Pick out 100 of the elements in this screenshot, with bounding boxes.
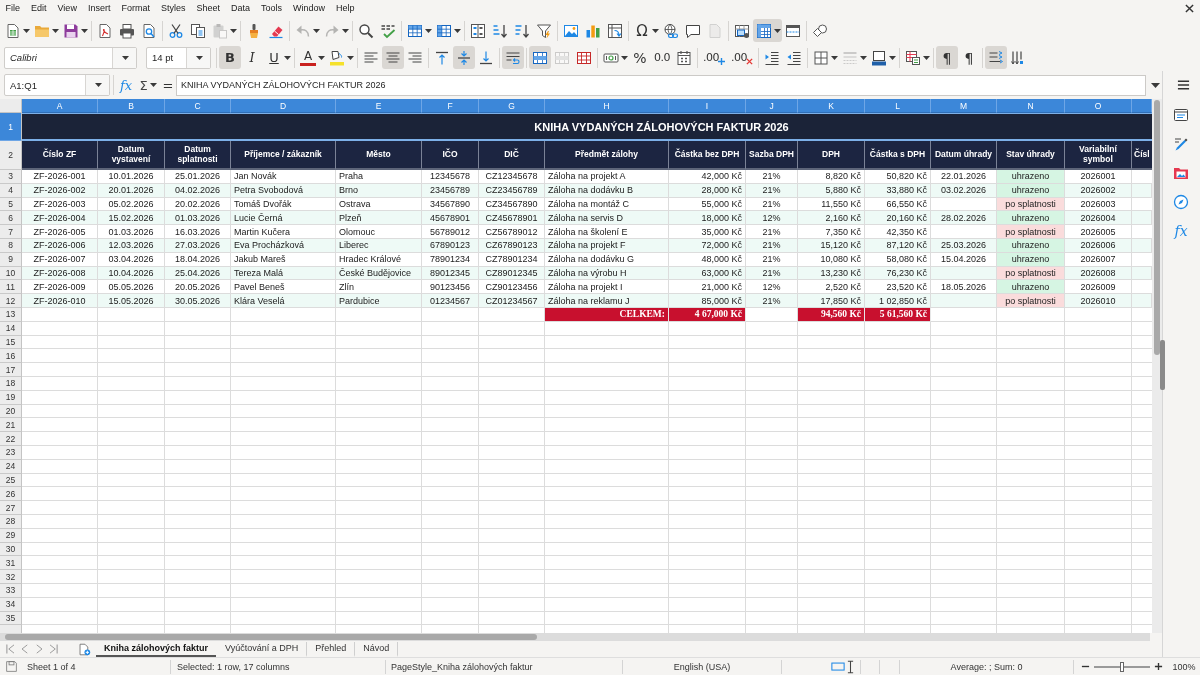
table-cell: Záloha na dodávku G (545, 252, 669, 267)
underline-button[interactable]: U (263, 46, 292, 69)
row-header[interactable]: 2 (0, 141, 22, 170)
row-header[interactable]: 16 (0, 349, 22, 364)
dropdown-button[interactable] (112, 47, 136, 68)
zoom-in-button[interactable] (1153, 661, 1164, 672)
table-cell: 50,820 Kč (865, 170, 931, 184)
sheet-tab[interactable]: Kniha zálohových faktur (96, 641, 217, 657)
caret-icon (860, 55, 867, 60)
zoom-percentage[interactable]: 100% (1172, 661, 1196, 672)
row-header[interactable]: 22 (0, 432, 22, 446)
dropdown-button[interactable] (186, 47, 210, 68)
row-header[interactable]: 27 (0, 501, 22, 515)
italic-button[interactable]: I (241, 46, 263, 69)
row-header[interactable]: 21 (0, 418, 22, 433)
row-header[interactable]: 3 (0, 170, 22, 184)
bold-button[interactable]: B (219, 46, 241, 69)
properties-icon (1173, 106, 1189, 123)
column-header[interactable]: A (22, 99, 98, 113)
caret-icon (342, 28, 349, 33)
language-indicator[interactable]: English (USA) (673, 661, 731, 672)
menu-item[interactable]: Tools (255, 1, 288, 16)
add-decimal-button[interactable]: .00 (700, 46, 728, 69)
column-heading: Datum splatnosti (165, 141, 231, 170)
row-header[interactable]: 31 (0, 556, 22, 571)
menu-item[interactable]: Format (115, 1, 156, 16)
column-header[interactable]: F (422, 99, 479, 113)
column-header[interactable]: J (746, 99, 798, 113)
menu-item[interactable]: View (52, 1, 83, 16)
menu-item[interactable]: Help (330, 1, 361, 16)
number-format-button[interactable]: 0.0 (651, 46, 673, 69)
percent-format-button[interactable]: % (629, 46, 651, 69)
column-header[interactable]: B (98, 99, 165, 113)
column-header[interactable]: O (1065, 99, 1132, 113)
scrollbar-thumb[interactable] (5, 634, 537, 640)
close-button[interactable] (1184, 3, 1194, 14)
menu-item[interactable]: Insert (82, 1, 116, 16)
column-header[interactable]: I (669, 99, 746, 113)
sheet-tab[interactable]: Přehled (307, 641, 356, 657)
caret-icon (425, 28, 432, 33)
table-cell: Pardubice (336, 294, 422, 308)
font-color-button[interactable]: A (297, 46, 326, 69)
table-cell: 15.05.2026 (98, 294, 165, 308)
page-style[interactable]: PageStyle_Kniha zálohových faktur (391, 661, 533, 672)
freeze-panes-button[interactable] (753, 19, 782, 42)
sheet-tab[interactable]: Návod (355, 641, 399, 657)
table-cell: 2,160 Kč (798, 211, 865, 226)
column-header[interactable]: K (798, 99, 865, 113)
table-cell: Martin Kučera (231, 225, 336, 239)
scrollbar-thumb[interactable] (1154, 100, 1160, 355)
align-center-button[interactable] (382, 46, 404, 69)
add-sheet-button[interactable] (76, 641, 92, 657)
name-box[interactable]: A1:Q1 (4, 74, 110, 96)
menu-item[interactable]: Data (225, 1, 256, 16)
sum-button[interactable]: Σ (135, 74, 161, 96)
font-size-box[interactable]: 14 pt (146, 46, 211, 69)
font-name-box[interactable]: Calibri (4, 46, 137, 69)
sidebar-handle[interactable] (1160, 340, 1165, 390)
row-header[interactable]: 17 (0, 363, 22, 377)
vertical-scrollbar[interactable] (1152, 99, 1162, 633)
row-header[interactable]: 12 (0, 294, 22, 308)
menu-item[interactable]: Edit (25, 1, 53, 16)
column-header[interactable]: C (165, 99, 231, 113)
caret-icon (1150, 82, 1160, 88)
column-header[interactable]: G (479, 99, 545, 113)
row-header[interactable]: 1 (0, 113, 22, 141)
row-header[interactable]: 6 (0, 211, 22, 226)
row-header[interactable]: 7 (0, 225, 22, 239)
row-header[interactable]: 32 (0, 570, 22, 584)
column-header[interactable]: L (865, 99, 931, 113)
column-header[interactable]: H (545, 99, 669, 113)
table-cell: Jakub Mareš (231, 252, 336, 267)
text-direction-button[interactable] (985, 46, 1007, 69)
special-character-button[interactable]: Ω (631, 19, 660, 42)
formula-input[interactable]: KNIHA VYDANÝCH ZÁLOHOVÝCH FAKTUR 2026 (176, 74, 1146, 96)
horizontal-scrollbar[interactable] (0, 633, 1150, 641)
delete-decimal-button[interactable]: .00 (728, 46, 756, 69)
column-header[interactable]: N (997, 99, 1065, 113)
formula-button[interactable]: = (161, 74, 175, 96)
menu-icon (1177, 79, 1190, 91)
dropdown-button[interactable] (85, 75, 109, 95)
merge-center-button[interactable] (529, 46, 551, 69)
row-header[interactable]: 11 (0, 280, 22, 295)
right-to-left-button[interactable]: ¶ (958, 46, 980, 69)
column-header[interactable]: M (931, 99, 997, 113)
column-header[interactable]: E (336, 99, 422, 113)
menu-item[interactable]: File (0, 1, 26, 16)
wrap-text-button[interactable] (502, 46, 524, 69)
menu-item[interactable]: Sheet (190, 1, 226, 16)
table-cell: 2026007 (1065, 252, 1132, 267)
menu-item[interactable]: Window (287, 1, 331, 16)
slider-thumb[interactable] (1120, 661, 1124, 672)
row-header[interactable]: 26 (0, 487, 22, 502)
column-heading: Město (336, 141, 422, 170)
column-header[interactable]: D (231, 99, 336, 113)
table-cell: 01.03.2026 (98, 225, 165, 239)
sheet-tab[interactable]: Vyúčtování a DPH (217, 641, 308, 657)
table-cell: CZ45678901 (479, 211, 545, 226)
left-to-right-button[interactable]: ¶ (936, 46, 958, 69)
menu-item[interactable]: Styles (155, 1, 191, 16)
